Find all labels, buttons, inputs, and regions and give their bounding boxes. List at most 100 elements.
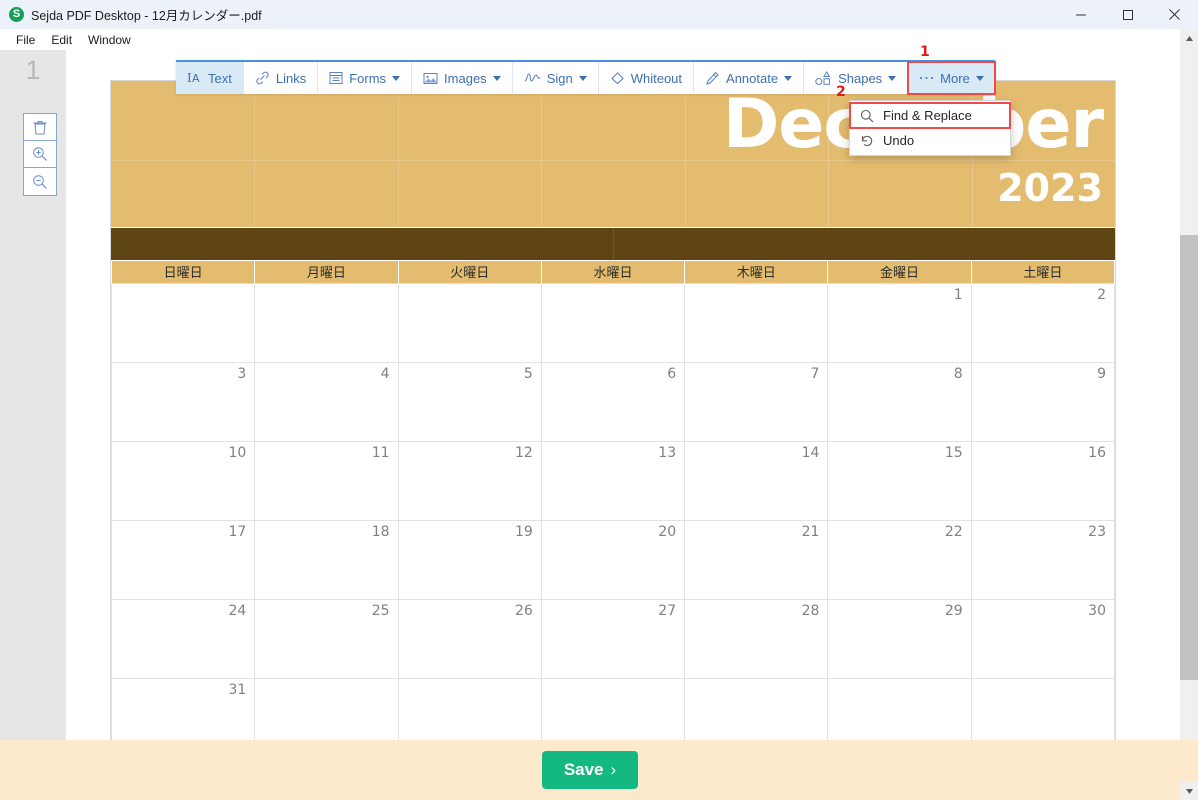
calendar-day-cell[interactable]: 25 [254, 598, 399, 679]
signature-icon [524, 71, 541, 85]
svg-text:A: A [192, 72, 200, 85]
document-viewport[interactable]: December 2023 日曜日 月曜日 火曜日 水曜日 木曜日 金曜日 土曜… [66, 50, 1180, 740]
zoom-out-button[interactable] [24, 168, 56, 195]
toolbar-whiteout-button[interactable]: Whiteout [598, 62, 695, 94]
link-icon [255, 71, 270, 85]
maximize-icon[interactable] [1104, 0, 1151, 29]
calendar-day-cell[interactable] [254, 282, 399, 363]
calendar-day-cell[interactable]: 16 [970, 440, 1116, 521]
delete-page-button[interactable] [24, 114, 56, 141]
calendar-week-row: 1 2 [110, 282, 1116, 363]
chevron-down-icon [784, 75, 793, 81]
weekday-header-saturday: 土曜日 [970, 261, 1116, 283]
toolbar-images-button[interactable]: Images [412, 62, 513, 94]
calendar-day-cell[interactable]: 18 [254, 519, 399, 600]
calendar-day-cell[interactable]: 28 [684, 598, 829, 679]
page-number-label: 1 [25, 55, 41, 85]
calendar-week-row: 24 25 26 27 28 29 30 [110, 598, 1116, 679]
calendar-day-cell[interactable]: 9 [970, 361, 1116, 442]
scrollbar-thumb[interactable] [1180, 235, 1198, 680]
toolbar-whiteout-label: Whiteout [630, 70, 683, 86]
toolbar-text-button[interactable]: I A Text [176, 62, 244, 94]
calendar-weekday-header-row: 日曜日 月曜日 火曜日 水曜日 木曜日 金曜日 土曜日 [110, 261, 1116, 283]
window-title: Sejda PDF Desktop - 12月カレンダー.pdf [31, 9, 262, 23]
calendar-day-cell[interactable]: 14 [684, 440, 829, 521]
weekday-header-wednesday: 水曜日 [540, 261, 686, 283]
calendar-day-cell[interactable]: 27 [540, 598, 686, 679]
calendar-grid: 日曜日 月曜日 火曜日 水曜日 木曜日 金曜日 土曜日 1 2 3 4 5 6 … [110, 261, 1116, 740]
calendar-day-cell[interactable]: 2 [970, 282, 1116, 363]
more-dropdown-menu: Find & Replace Undo [849, 100, 1011, 156]
calendar-day-cell[interactable] [684, 677, 829, 740]
pdf-page[interactable]: December 2023 日曜日 月曜日 火曜日 水曜日 木曜日 金曜日 土曜… [110, 80, 1116, 740]
calendar-day-cell[interactable]: 12 [397, 440, 542, 521]
toolbar-more-button[interactable]: More [907, 61, 996, 95]
scrollbar-track-bottom [1180, 740, 1198, 782]
menu-item-find-replace[interactable]: Find & Replace [849, 102, 1011, 129]
scroll-down-arrow-icon[interactable] [1180, 782, 1198, 800]
vertical-scrollbar[interactable] [1180, 29, 1198, 800]
calendar-day-cell[interactable] [540, 282, 686, 363]
calendar-day-cell[interactable]: 3 [110, 361, 256, 442]
calendar-day-cell[interactable]: 6 [540, 361, 686, 442]
calendar-day-cell[interactable]: 30 [970, 598, 1116, 679]
calendar-day-cell[interactable] [397, 677, 542, 740]
title-bar: S Sejda PDF Desktop - 12月カレンダー.pdf [0, 0, 1198, 29]
menu-file[interactable]: File [8, 31, 43, 49]
calendar-day-cell[interactable]: 29 [827, 598, 972, 679]
weekday-header-sunday: 日曜日 [110, 261, 256, 283]
menu-bar: File Edit Window [0, 29, 1198, 50]
chevron-down-icon [888, 75, 897, 81]
chevron-right-icon: › [610, 760, 617, 779]
calendar-day-cell[interactable]: 31 [110, 677, 256, 740]
image-icon [423, 71, 438, 85]
calendar-day-cell[interactable]: 24 [110, 598, 256, 679]
menu-item-find-replace-label: Find & Replace [883, 108, 972, 123]
calendar-day-cell[interactable]: 5 [397, 361, 542, 442]
calendar-day-cell[interactable]: 15 [827, 440, 972, 521]
calendar-day-cell[interactable]: 19 [397, 519, 542, 600]
calendar-day-cell[interactable]: 26 [397, 598, 542, 679]
calendar-day-cell[interactable]: 4 [254, 361, 399, 442]
weekday-header-thursday: 木曜日 [684, 261, 829, 283]
calendar-year-title: 2023 [997, 166, 1103, 210]
calendar-day-cell[interactable]: 8 [827, 361, 972, 442]
calendar-day-cell[interactable]: 20 [540, 519, 686, 600]
menu-item-undo[interactable]: Undo [850, 128, 1010, 153]
menu-window[interactable]: Window [80, 31, 139, 49]
toolbar-links-button[interactable]: Links [243, 62, 319, 94]
calendar-day-cell[interactable] [970, 677, 1116, 740]
calendar-day-cell[interactable]: 13 [540, 440, 686, 521]
zoom-in-button[interactable] [24, 141, 56, 168]
editing-toolbar: I A Text Links Forms Images Sign Whiteou… [176, 60, 996, 95]
calendar-day-cell[interactable] [110, 282, 256, 363]
calendar-day-cell[interactable] [254, 677, 399, 740]
calendar-day-cell[interactable]: 17 [110, 519, 256, 600]
menu-edit[interactable]: Edit [43, 31, 80, 49]
calendar-day-cell[interactable] [397, 282, 542, 363]
toolbar-sign-button[interactable]: Sign [512, 62, 599, 94]
undo-icon [860, 134, 874, 148]
app-logo-icon: S [9, 7, 24, 22]
calendar-brown-band [111, 227, 1115, 261]
toolbar-annotate-button[interactable]: Annotate [694, 62, 805, 94]
close-icon[interactable] [1151, 0, 1198, 29]
calendar-day-cell[interactable]: 21 [684, 519, 829, 600]
calendar-day-cell[interactable]: 1 [827, 282, 972, 363]
calendar-day-cell[interactable]: 10 [110, 440, 256, 521]
calendar-day-cell[interactable]: 22 [827, 519, 972, 600]
calendar-day-cell[interactable]: 7 [684, 361, 829, 442]
toolbar-forms-button[interactable]: Forms [318, 62, 413, 94]
calendar-day-cell[interactable]: 23 [970, 519, 1116, 600]
calendar-day-cell[interactable] [684, 282, 829, 363]
chevron-down-icon [975, 75, 984, 81]
save-button[interactable]: Save › [541, 751, 639, 789]
scroll-up-arrow-icon[interactable] [1180, 29, 1198, 47]
toolbar-sign-label: Sign [546, 70, 573, 86]
toolbar-links-label: Links [275, 70, 307, 86]
minimize-icon[interactable] [1057, 0, 1104, 29]
calendar-day-cell[interactable] [540, 677, 686, 740]
toolbar-shapes-button[interactable]: Shapes [804, 62, 909, 94]
calendar-day-cell[interactable] [827, 677, 972, 740]
calendar-day-cell[interactable]: 11 [254, 440, 399, 521]
